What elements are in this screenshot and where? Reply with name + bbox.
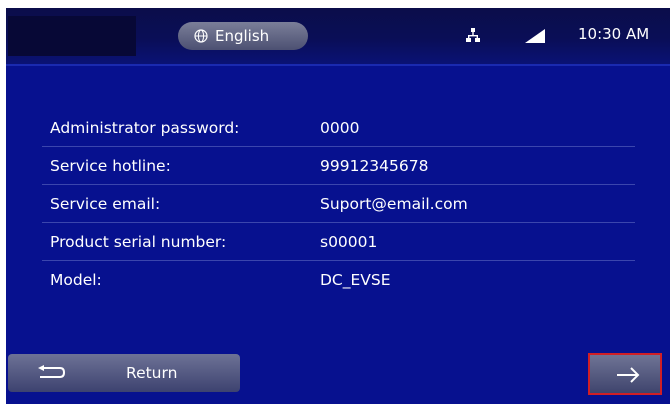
next-button[interactable] xyxy=(588,353,662,395)
info-row-model: Model: DC_EVSE xyxy=(42,261,635,298)
info-value: DC_EVSE xyxy=(320,271,391,289)
device-screen: English 10:30 AM Administrator password:… xyxy=(6,8,670,404)
language-label: English xyxy=(215,27,270,45)
clock: 10:30 AM xyxy=(578,25,650,43)
status-dark-box xyxy=(8,16,136,56)
screen: English 10:30 AM Administrator password:… xyxy=(0,0,670,409)
info-row-serial-number: Product serial number: s00001 xyxy=(42,223,635,261)
info-value: Suport@email.com xyxy=(320,195,468,213)
info-value: 0000 xyxy=(320,119,360,137)
info-label: Administrator password: xyxy=(50,119,240,137)
globe-icon xyxy=(194,29,208,43)
return-arrow-icon xyxy=(38,365,66,378)
info-label: Product serial number: xyxy=(50,233,227,251)
info-row-service-email: Service email: Suport@email.com xyxy=(42,185,635,223)
return-label: Return xyxy=(126,364,178,382)
info-label: Service email: xyxy=(50,195,161,213)
language-selector[interactable]: English xyxy=(178,22,308,50)
info-row-service-hotline: Service hotline: 99912345678 xyxy=(42,147,635,185)
info-list: Administrator password: 0000 Service hot… xyxy=(42,109,635,298)
info-value: s00001 xyxy=(320,233,378,251)
network-icon xyxy=(466,28,480,42)
info-label: Service hotline: xyxy=(50,157,171,175)
info-value: 99912345678 xyxy=(320,157,429,175)
status-bar: English 10:30 AM xyxy=(6,8,670,66)
signal-icon xyxy=(525,29,545,43)
info-label: Model: xyxy=(50,271,102,289)
return-button[interactable]: Return xyxy=(8,354,240,392)
arrow-right-icon xyxy=(617,367,640,383)
info-row-admin-password: Administrator password: 0000 xyxy=(42,109,635,147)
